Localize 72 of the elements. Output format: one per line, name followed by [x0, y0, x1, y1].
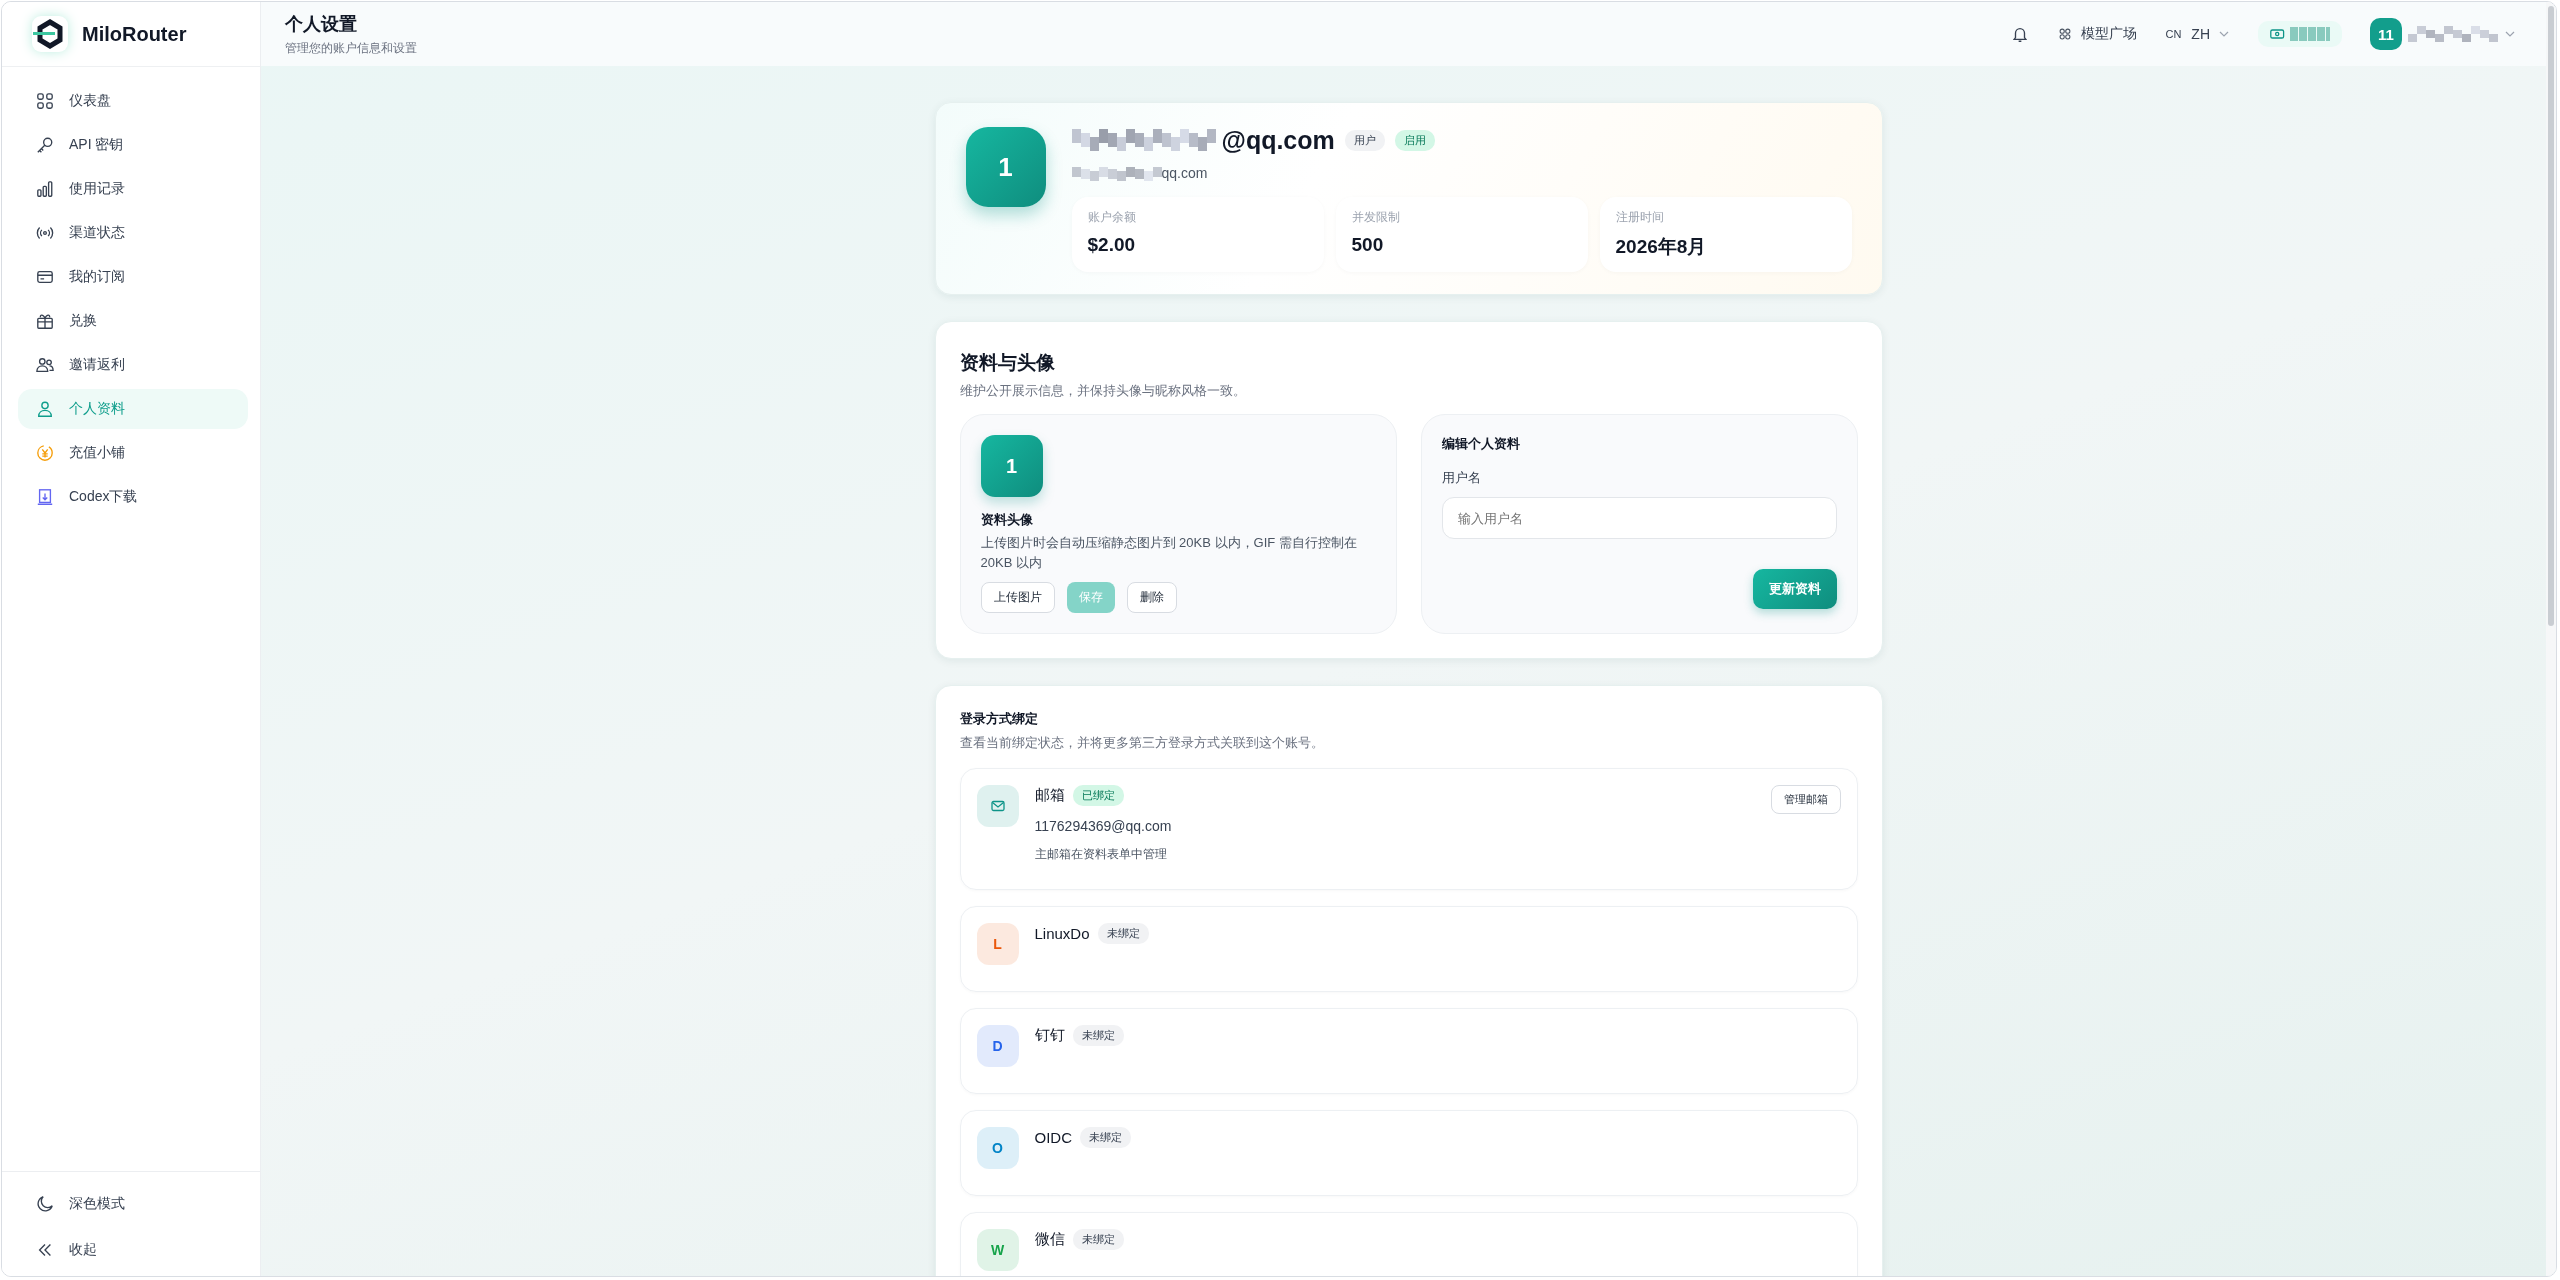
- provider-letter-icon: D: [976, 1025, 1019, 1067]
- sidebar-item[interactable]: 我的订阅: [18, 257, 248, 297]
- marketplace-button[interactable]: 模型广场: [2057, 25, 2138, 43]
- provider-name: LinuxDo: [1034, 925, 1090, 942]
- page-title: 个人设置: [285, 12, 358, 36]
- wallet-button[interactable]: [2258, 21, 2342, 47]
- provider-letter-icon: O: [976, 1127, 1019, 1169]
- section-description: 维护公开展示信息，并保持头像与昵称风格一致。: [959, 382, 1247, 400]
- provider-letter-icon: L: [976, 923, 1019, 965]
- binding-status-badge: 未绑定: [1097, 923, 1149, 944]
- panel-title: 资料头像: [980, 511, 1034, 529]
- stat-label: 并发限制: [1351, 209, 1401, 226]
- binding-status-badge: 未绑定: [1072, 1025, 1124, 1046]
- gift-icon: [36, 312, 54, 330]
- user-avatar: 1: [965, 127, 1046, 207]
- users-icon: [36, 356, 54, 374]
- sidebar-item[interactable]: Codex下载: [18, 477, 248, 517]
- coin-icon: [36, 444, 54, 462]
- section-description: 查看当前绑定状态，并将更多第三方登录方式关联到这个账号。: [959, 734, 1325, 752]
- sidebar-item[interactable]: API 密钥: [18, 125, 248, 165]
- sidebar-item[interactable]: 仪表盘: [18, 81, 248, 121]
- dark-mode-button[interactable]: 深色模式: [18, 1184, 248, 1224]
- sidebar-item[interactable]: 使用记录: [18, 169, 248, 209]
- status-badge: 启用: [1394, 129, 1435, 151]
- provider-name: 微信: [1034, 1230, 1065, 1249]
- binding-status-badge: 未绑定: [1080, 1127, 1131, 1148]
- card-icon: [36, 268, 54, 286]
- role-badge: 用户: [1344, 129, 1385, 151]
- blurred-text-drawing: [2290, 27, 2330, 41]
- section-title: 资料与头像: [959, 351, 1056, 375]
- panel-title: 编辑个人资料: [1441, 435, 1521, 453]
- upload-hint: 上传图片时会自动压缩静态图片到 20KB 以内，GIF 需自行控制在 20KB 以内: [980, 534, 1358, 572]
- manage-email-button[interactable]: 管理邮箱: [1770, 785, 1841, 814]
- provider-letter-icon: W: [976, 1229, 1019, 1271]
- grid-icon: [36, 92, 54, 110]
- sidebar-item[interactable]: 充值小铺: [18, 433, 248, 473]
- bell-icon[interactable]: [2011, 25, 2030, 43]
- provider-name: 邮箱: [1034, 786, 1065, 805]
- action-button[interactable]: 删除: [1126, 582, 1177, 613]
- binding-note: 主邮箱在资料表单中管理: [1034, 846, 1168, 863]
- page-subtitle: 管理您的账户信息和设置: [285, 39, 417, 57]
- stat-label: 账户余额: [1087, 209, 1137, 226]
- grid-icon: [2057, 27, 2074, 41]
- sidebar-item[interactable]: 渠道状态: [18, 213, 248, 253]
- field-label: 用户名: [1441, 469, 1482, 487]
- moon-icon: [36, 1195, 54, 1213]
- stat-value: 2026年8月: [1615, 235, 1708, 259]
- stat-value: 500: [1351, 234, 1385, 256]
- bound-email: 1176294369@qq.com: [1034, 818, 1173, 834]
- section-title: 登录方式绑定: [959, 710, 1039, 728]
- collapse-button[interactable]: 收起: [18, 1230, 248, 1270]
- stat-value: $2.00: [1087, 234, 1137, 256]
- language-selector[interactable]: CN ZH: [2165, 26, 2230, 42]
- provider-name: OIDC: [1034, 1129, 1072, 1146]
- account-subtitle: qq.com: [1161, 165, 1208, 181]
- provider-name: 钉钉: [1034, 1026, 1065, 1045]
- binding-status-badge: 未绑定: [1072, 1229, 1124, 1250]
- action-button[interactable]: 上传图片: [980, 582, 1055, 613]
- profile-avatar: 1: [980, 435, 1043, 497]
- key-icon: [36, 136, 54, 154]
- brand-name: MiloRouter: [82, 22, 187, 46]
- account-email: @qq.com: [1221, 125, 1335, 155]
- install-icon: [36, 488, 54, 506]
- stat-label: 注册时间: [1615, 209, 1665, 226]
- username-field[interactable]: 输入用户名: [1441, 497, 1837, 539]
- binding-status-badge: 已绑定: [1072, 785, 1124, 806]
- sidebar-item[interactable]: 邀请返利: [18, 345, 248, 385]
- wallet-icon: [2270, 27, 2286, 41]
- sidebar-item[interactable]: 兑换: [18, 301, 248, 341]
- scrollbar[interactable]: [2546, 2, 2556, 1276]
- user-icon: [36, 400, 54, 418]
- bars-icon: [36, 180, 54, 198]
